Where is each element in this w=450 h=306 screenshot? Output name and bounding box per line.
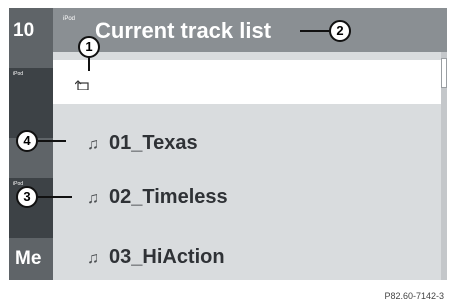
back-row[interactable] [53,60,441,104]
music-note-icon: ♫ [87,190,99,207]
music-note-icon: ♫ [87,136,99,153]
left-block-upper [9,68,53,138]
ipod-tag: iPod [63,16,76,22]
figure-caption: P82.60-7142-3 [384,291,444,301]
display-screen: 10 iPod iPod Me iPod Current track list … [9,8,447,280]
track-row[interactable]: ♫ 02_Timeless [53,176,441,228]
track-row[interactable]: ♫ 03_HiAction [53,236,441,280]
track-list: ♫ 01_Texas ♫ 02_Timeless ♫ 03_HiAction [53,52,441,280]
callout-1: 1 [78,36,100,58]
scrollbar-thumb[interactable] [441,58,447,88]
track-label: 02_Timeless [109,186,228,208]
folder-up-icon [75,80,89,90]
header-bar: iPod Current track list [53,8,447,52]
menu-partial: Me [15,248,42,269]
track-row[interactable]: ♫ 01_Texas [53,122,441,174]
left-ipod-tag-1: iPod [13,71,24,77]
music-note-icon: ♫ [87,250,99,267]
scrollbar[interactable] [441,52,447,280]
callout-3: 3 [16,186,38,208]
callout-2-line [300,30,329,32]
callout-2: 2 [329,20,351,42]
page-title: Current track list [95,18,272,43]
callout-1-line [88,57,90,71]
callout-4-line [38,140,66,142]
clock-partial: 10 [13,20,35,41]
track-label: 03_HiAction [109,246,225,268]
callout-3-line [38,196,72,198]
callout-4: 4 [16,130,38,152]
track-label: 01_Texas [109,132,198,154]
